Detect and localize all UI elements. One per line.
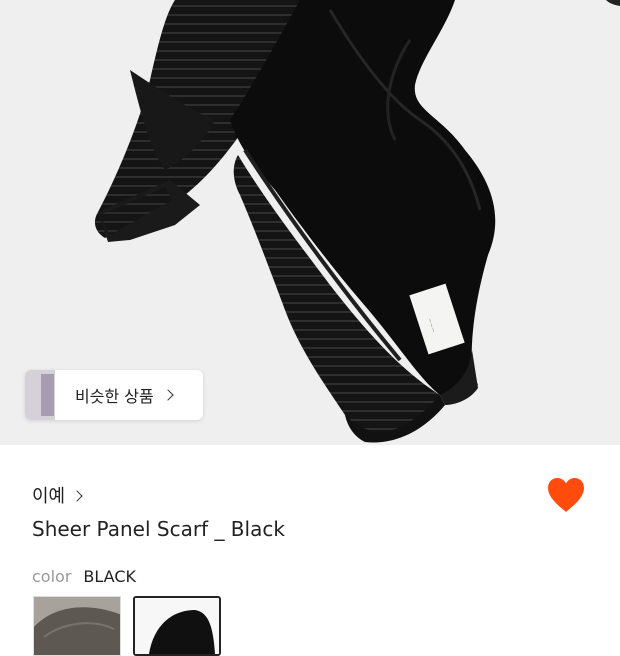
color-value: BLACK	[83, 567, 136, 586]
color-swatch-selected[interactable]	[133, 596, 221, 656]
wishlist-button[interactable]	[545, 475, 587, 515]
similar-products-label: 비슷한 상품	[75, 387, 154, 406]
brand-name: 이예	[32, 486, 66, 507]
product-title: Sheer Panel Scarf _ Black	[32, 517, 285, 541]
heart-icon	[548, 478, 584, 512]
color-swatch-option[interactable]	[33, 596, 121, 656]
chevron-right-icon	[162, 389, 174, 401]
product-image[interactable]: ~~~ 비슷한 상품	[0, 0, 620, 445]
swatch-thumbnail	[135, 598, 219, 654]
similar-products-button[interactable]: 비슷한 상품	[25, 370, 203, 420]
color-info: color BLACK	[32, 567, 136, 586]
chevron-right-icon	[71, 489, 83, 502]
brand-link[interactable]: 이예	[32, 482, 83, 508]
similar-product-thumbnail	[25, 370, 55, 420]
swatch-thumbnail	[34, 597, 120, 655]
color-label: color	[32, 567, 72, 586]
product-info: 이예 Sheer Panel Scarf _ Black color BLACK	[0, 445, 620, 656]
